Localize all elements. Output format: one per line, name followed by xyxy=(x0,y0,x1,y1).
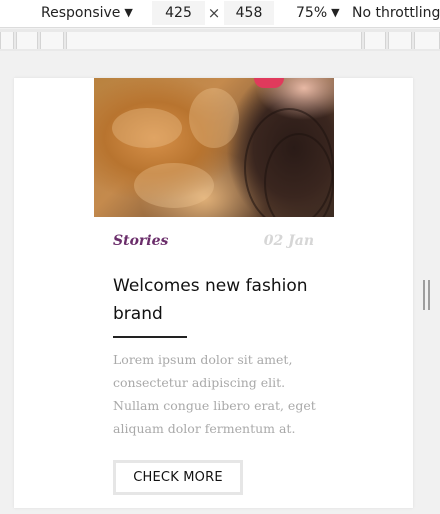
card-date: 02 Jan xyxy=(263,233,314,249)
lips-detail xyxy=(254,78,284,88)
fur-highlight xyxy=(112,108,182,148)
ruler-segment[interactable] xyxy=(414,32,440,49)
media-query-ruler xyxy=(0,29,440,51)
check-more-button[interactable]: CHECK MORE xyxy=(113,460,243,495)
ruler-segment[interactable] xyxy=(364,32,386,49)
fur-highlight xyxy=(134,163,214,208)
zoom-label: 75% xyxy=(296,5,328,21)
card-title[interactable]: Welcomes new fashion brand xyxy=(113,272,313,328)
chevron-down-icon: ▼ xyxy=(124,6,133,19)
ruler-segment[interactable] xyxy=(66,32,362,49)
blog-card: Stories 02 Jan Welcomes new fashion bran… xyxy=(14,78,413,508)
chevron-down-icon: ▼ xyxy=(331,6,340,19)
ruler-segment[interactable] xyxy=(0,32,14,49)
card-excerpt: Lorem ipsum dolor sit amet, consectetur … xyxy=(113,352,316,436)
card-category[interactable]: Stories xyxy=(113,233,168,249)
zoom-select[interactable]: 75% ▼ xyxy=(296,0,340,28)
ruler-segment[interactable] xyxy=(16,32,38,49)
title-underline xyxy=(113,336,187,338)
width-input[interactable]: 425 xyxy=(152,1,205,25)
resize-handle[interactable] xyxy=(423,280,431,310)
device-label: Responsive xyxy=(41,5,121,21)
ruler-segment[interactable] xyxy=(40,32,64,49)
height-input[interactable]: 458 xyxy=(224,1,274,25)
device-viewport: Stories 02 Jan Welcomes new fashion bran… xyxy=(0,51,440,514)
ruler-segment[interactable] xyxy=(388,32,412,49)
throttle-select[interactable]: No throttling xyxy=(352,0,440,28)
device-toolbar: Responsive ▼ 425 × 458 75% ▼ No throttling xyxy=(0,0,440,28)
device-select[interactable]: Responsive ▼ xyxy=(41,0,133,28)
grip-line xyxy=(428,280,430,310)
card-image[interactable] xyxy=(94,78,334,217)
fur-highlight xyxy=(189,88,239,148)
times-icon: × xyxy=(207,4,221,22)
grip-line xyxy=(423,280,425,310)
